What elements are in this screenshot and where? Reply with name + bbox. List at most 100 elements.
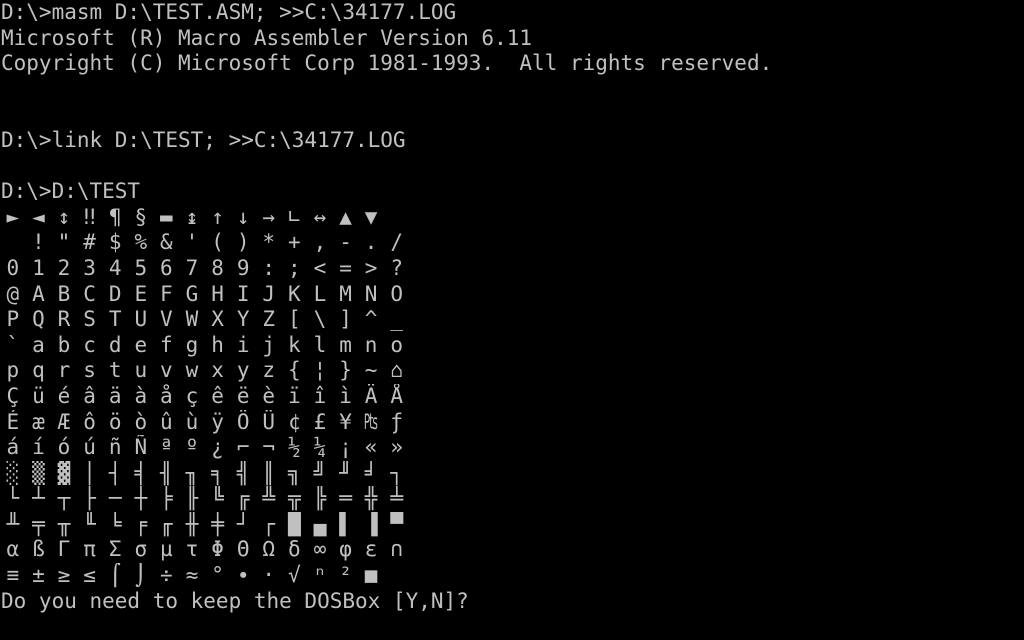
charset-cell: a xyxy=(32,332,45,357)
charset-cell: 4 xyxy=(108,255,122,280)
charset-cell: Æ xyxy=(57,409,71,434)
charset-cell: â xyxy=(83,383,96,408)
charset-row: α ß Γπ Σσ µ τ Φ Θ Ωδ ∞ φ ε ∩ xyxy=(0,537,1024,563)
charset-cell: ╧ xyxy=(390,486,404,511)
charset-cell: N xyxy=(364,281,378,306)
charset-row: ÇüéâäàåçêëèïîìÄÅ xyxy=(0,384,1024,410)
charset-cell: W xyxy=(185,307,199,332)
charset-cell: ║ xyxy=(262,460,276,485)
charset-cell: v xyxy=(160,358,173,383)
charset-cell: ┤ xyxy=(108,460,122,485)
charset-cell: ╫ xyxy=(185,511,199,536)
charset-cell: ╪ xyxy=(211,511,224,536)
charset-cell: ä xyxy=(108,383,122,408)
charset-cell: à xyxy=(134,383,148,408)
charset-cell: S xyxy=(83,307,96,332)
character-table: ► ◄ ↕ ‼ ¶ § ▬ ↨ ↑ ↓ → ∟ ↔ ▲ ▼ ! " # $% & '() * +, -./0 1 2 3 4 5 6 7 8… xyxy=(0,205,1024,589)
charset-cell: ▐ xyxy=(364,511,378,536)
charset-cell: ç xyxy=(185,383,199,408)
charset-cell: ▌ xyxy=(339,511,352,536)
charset-cell: ƒ xyxy=(390,409,404,434)
charset-cell: É xyxy=(6,409,20,434)
charset-cell: t xyxy=(108,358,122,383)
charset-cell: I xyxy=(236,281,250,306)
charset-cell: < xyxy=(313,255,327,280)
charset-cell: ¥ xyxy=(339,409,352,434)
charset-cell: e xyxy=(134,332,148,357)
charset-cell: ◄ xyxy=(32,204,45,229)
charset-row: 0 1 2 3 4 5 6 7 8 9:; < = >? xyxy=(0,256,1024,282)
charset-cell: ╕ xyxy=(211,460,224,485)
charset-cell: ╣ xyxy=(236,460,250,485)
charset-cell: ╡ xyxy=(134,460,148,485)
charset-cell: r xyxy=(57,358,71,383)
charset-cell: Q xyxy=(32,307,45,332)
charset-cell: ╙ xyxy=(83,511,96,536)
charset-cell: ∙ xyxy=(236,563,250,588)
charset-cell: · xyxy=(262,563,276,588)
charset-cell: 6 xyxy=(160,255,173,280)
charset-cell: } xyxy=(339,358,352,383)
charset-cell: │ xyxy=(83,460,96,485)
charset-cell: 1 xyxy=(32,255,45,280)
charset-cell: 8 xyxy=(211,255,224,280)
charset-cell: ┘ xyxy=(236,511,250,536)
charset-cell: ÷ xyxy=(160,563,173,588)
charset-row: ! " # $% & ' () * +, -. / xyxy=(0,230,1024,256)
charset-cell: █ xyxy=(288,511,301,536)
charset-cell: ¿ xyxy=(211,435,224,460)
charset-cell: + xyxy=(288,230,301,255)
charset-cell: T xyxy=(108,307,122,332)
console-output: D:\>masm D:\TEST.ASM; >>C:\34177.LOG Micr… xyxy=(0,0,1024,205)
charset-cell: ) xyxy=(236,230,250,255)
charset-cell: b xyxy=(57,332,71,357)
charset-cell: ┬ xyxy=(57,486,71,511)
dos-console[interactable]: D:\>masm D:\TEST.ASM; >>C:\34177.LOG Micr… xyxy=(0,0,1024,640)
charset-cell: ╜ xyxy=(339,460,352,485)
charset-cell: ( xyxy=(211,230,224,255)
charset-cell: ú xyxy=(83,435,96,460)
charset-cell: d xyxy=(108,332,122,357)
charset-cell: ╟ xyxy=(185,486,199,511)
charset-cell: ├ xyxy=(83,486,96,511)
charset-cell: ┌ xyxy=(262,511,276,536)
charset-cell: ╩ xyxy=(262,486,276,511)
charset-cell: « xyxy=(364,435,378,460)
charset-cell: z xyxy=(262,358,276,383)
charset-cell: » xyxy=(390,435,404,460)
charset-cell: ⌐ xyxy=(236,435,250,460)
charset-cell: ▼ xyxy=(364,204,378,229)
charset-row: Éæ Æô ö ò û ù ÿ Ö Ü ¢ £ ¥ ₧ ƒ xyxy=(0,410,1024,436)
charset-cell: î xyxy=(313,383,327,408)
charset-cell: q xyxy=(32,358,45,383)
charset-cell: G xyxy=(185,281,199,306)
charset-cell: ü xyxy=(32,383,45,408)
charset-cell: ∞ xyxy=(313,537,327,562)
charset-cell: ▓ xyxy=(57,460,71,485)
charset-cell: E xyxy=(134,281,148,306)
prompt-line[interactable]: Do you need to keep the DOSBox [Y,N]? xyxy=(0,589,1024,615)
charset-row: ► ◄ ↕ ‼ ¶ § ▬ ↨ ↑ ↓ → ∟ ↔ ▲ ▼ xyxy=(0,205,1024,231)
charset-cell: ≈ xyxy=(185,563,199,588)
charset-cell: ; xyxy=(288,255,301,280)
charset-cell: ─ xyxy=(108,486,122,511)
charset-cell: é xyxy=(57,383,71,408)
charset-cell: Θ xyxy=(236,537,250,562)
charset-cell: ↨ xyxy=(185,204,199,229)
charset-cell: ═ xyxy=(339,486,352,511)
charset-cell: ' xyxy=(185,230,199,255)
charset-cell: ╞ xyxy=(160,486,173,511)
charset-cell: Ö xyxy=(236,409,250,434)
charset-cell: ╬ xyxy=(364,486,378,511)
console-line: Microsoft (R) Macro Assembler Version 6.… xyxy=(1,25,533,50)
charset-cell: P xyxy=(6,307,20,332)
charset-cell: [ xyxy=(288,307,301,332)
charset-cell: X xyxy=(211,307,224,332)
charset-cell: U xyxy=(134,307,148,332)
charset-cell: Å xyxy=(390,383,404,408)
charset-cell: φ xyxy=(339,537,352,562)
charset-cell: : xyxy=(262,255,276,280)
charset-cell: O xyxy=(390,281,404,306)
charset-cell: A xyxy=(32,281,45,306)
charset-cell: ö xyxy=(108,409,122,434)
